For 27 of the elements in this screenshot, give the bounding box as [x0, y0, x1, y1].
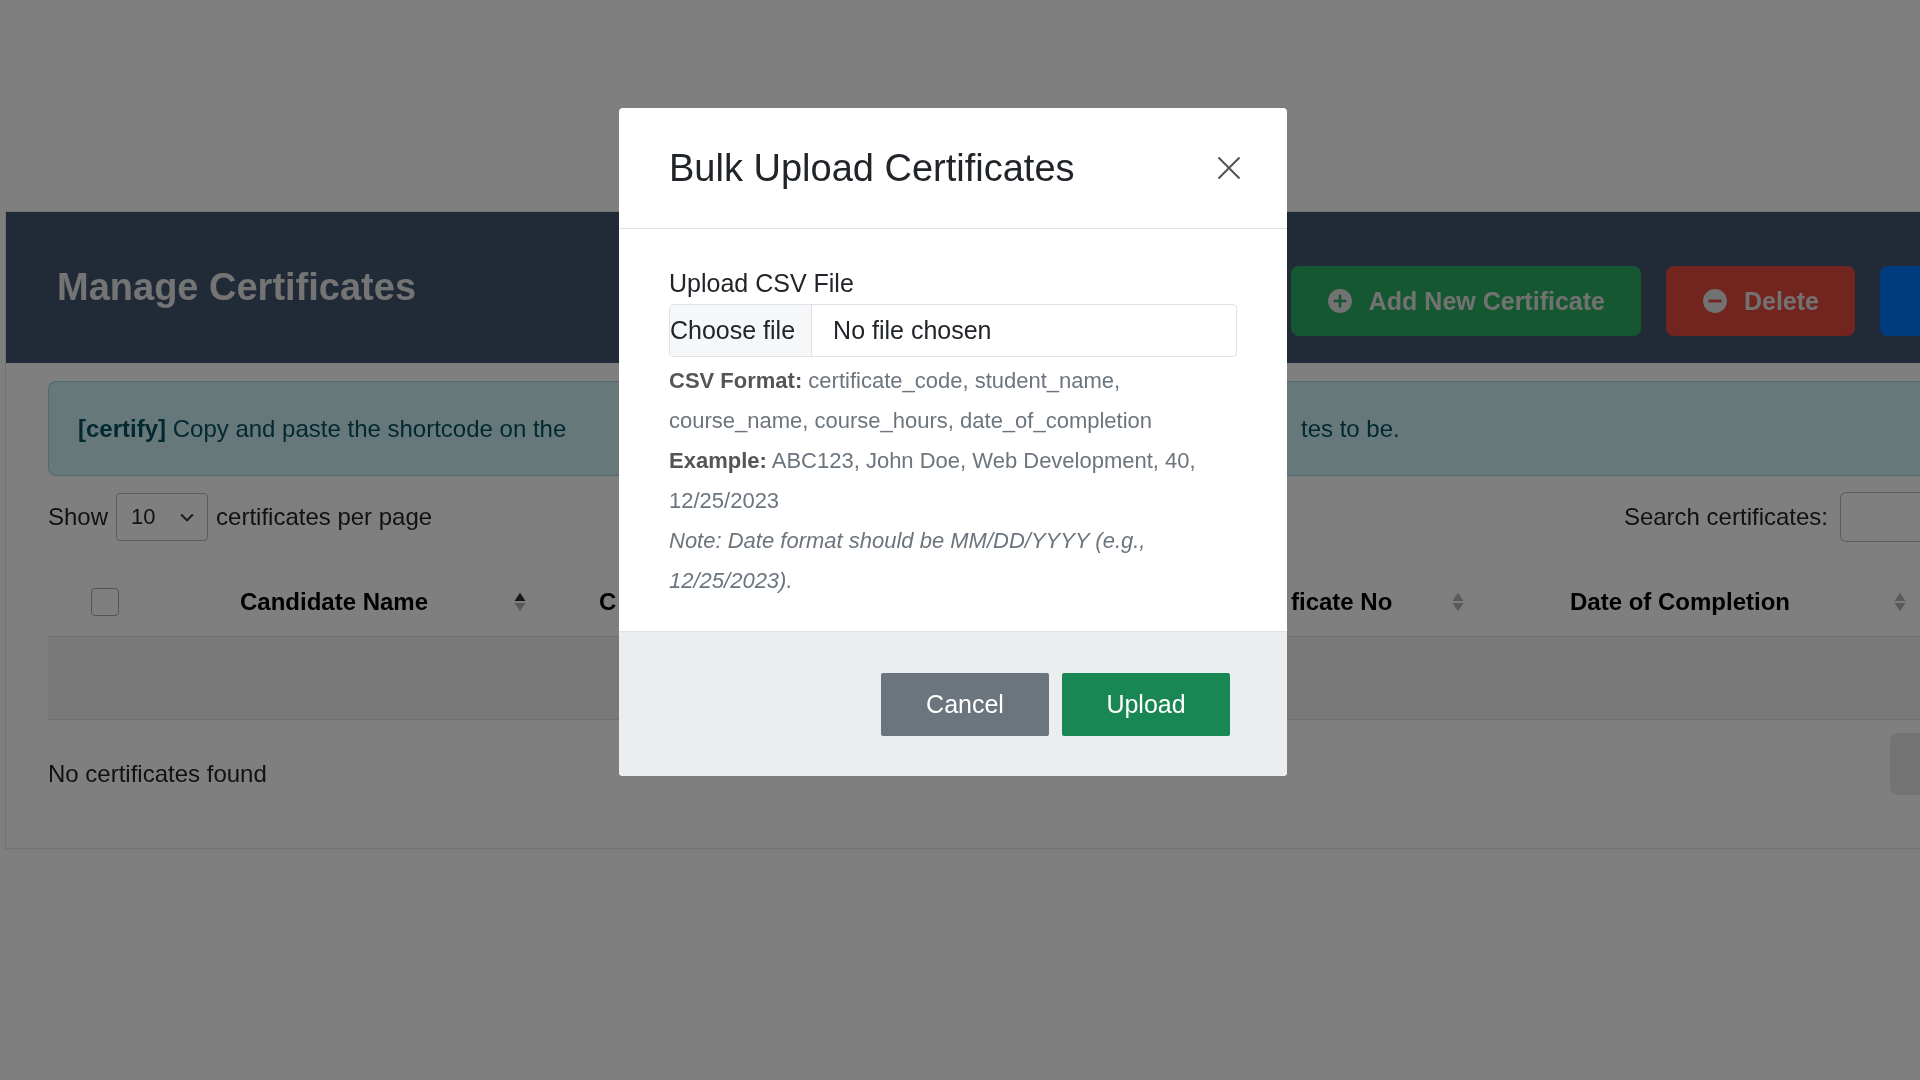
alert-text: [certify] Copy and paste the shortcode on the: [78, 414, 567, 443]
show-label: Show: [48, 503, 109, 531]
file-input[interactable]: Choose file No file chosen: [669, 304, 1237, 357]
column-header[interactable]: C: [599, 588, 617, 616]
alert-text: tes to be.: [1301, 414, 1400, 443]
file-status: No file chosen: [832, 315, 992, 346]
modal-title: Bulk Upload Certificates: [669, 146, 1075, 190]
search-field[interactable]: [1840, 492, 1920, 542]
column-header[interactable]: ficate No: [1291, 588, 1393, 616]
page-size-select[interactable]: 10: [116, 493, 209, 541]
field-label: Upload CSV File: [669, 269, 855, 298]
help-text: Example: ABC123, John Doe, Web Development, 40, 12/25/2023: [669, 447, 1197, 515]
cancel-button[interactable]: Cancel: [881, 672, 1049, 736]
column-header[interactable]: Candidate Name: [240, 588, 429, 616]
minus-icon: [1701, 288, 1728, 314]
empty-message: No certificates found: [48, 760, 267, 788]
select-all-checkbox[interactable]: [91, 588, 119, 616]
help-text: CSV Format: certificate_code, student_name, course_name, course_hours, date_of_completion: [669, 367, 1154, 435]
note-text: Note: Date format should be MM/DD/YYYY (e.g., 12/25/2023).: [669, 527, 1147, 595]
upload-button[interactable]: Upload: [1062, 672, 1230, 736]
choose-file-button[interactable]: Choose file: [670, 305, 813, 356]
column-header[interactable]: Date of Completion: [1570, 588, 1790, 616]
search-label: Search certificates:: [1623, 503, 1828, 531]
close-icon: [1215, 154, 1243, 182]
page-title: Manage Certificates: [57, 266, 416, 309]
per-page-label: certificates per page: [216, 503, 433, 531]
plus-icon: [1326, 288, 1353, 314]
